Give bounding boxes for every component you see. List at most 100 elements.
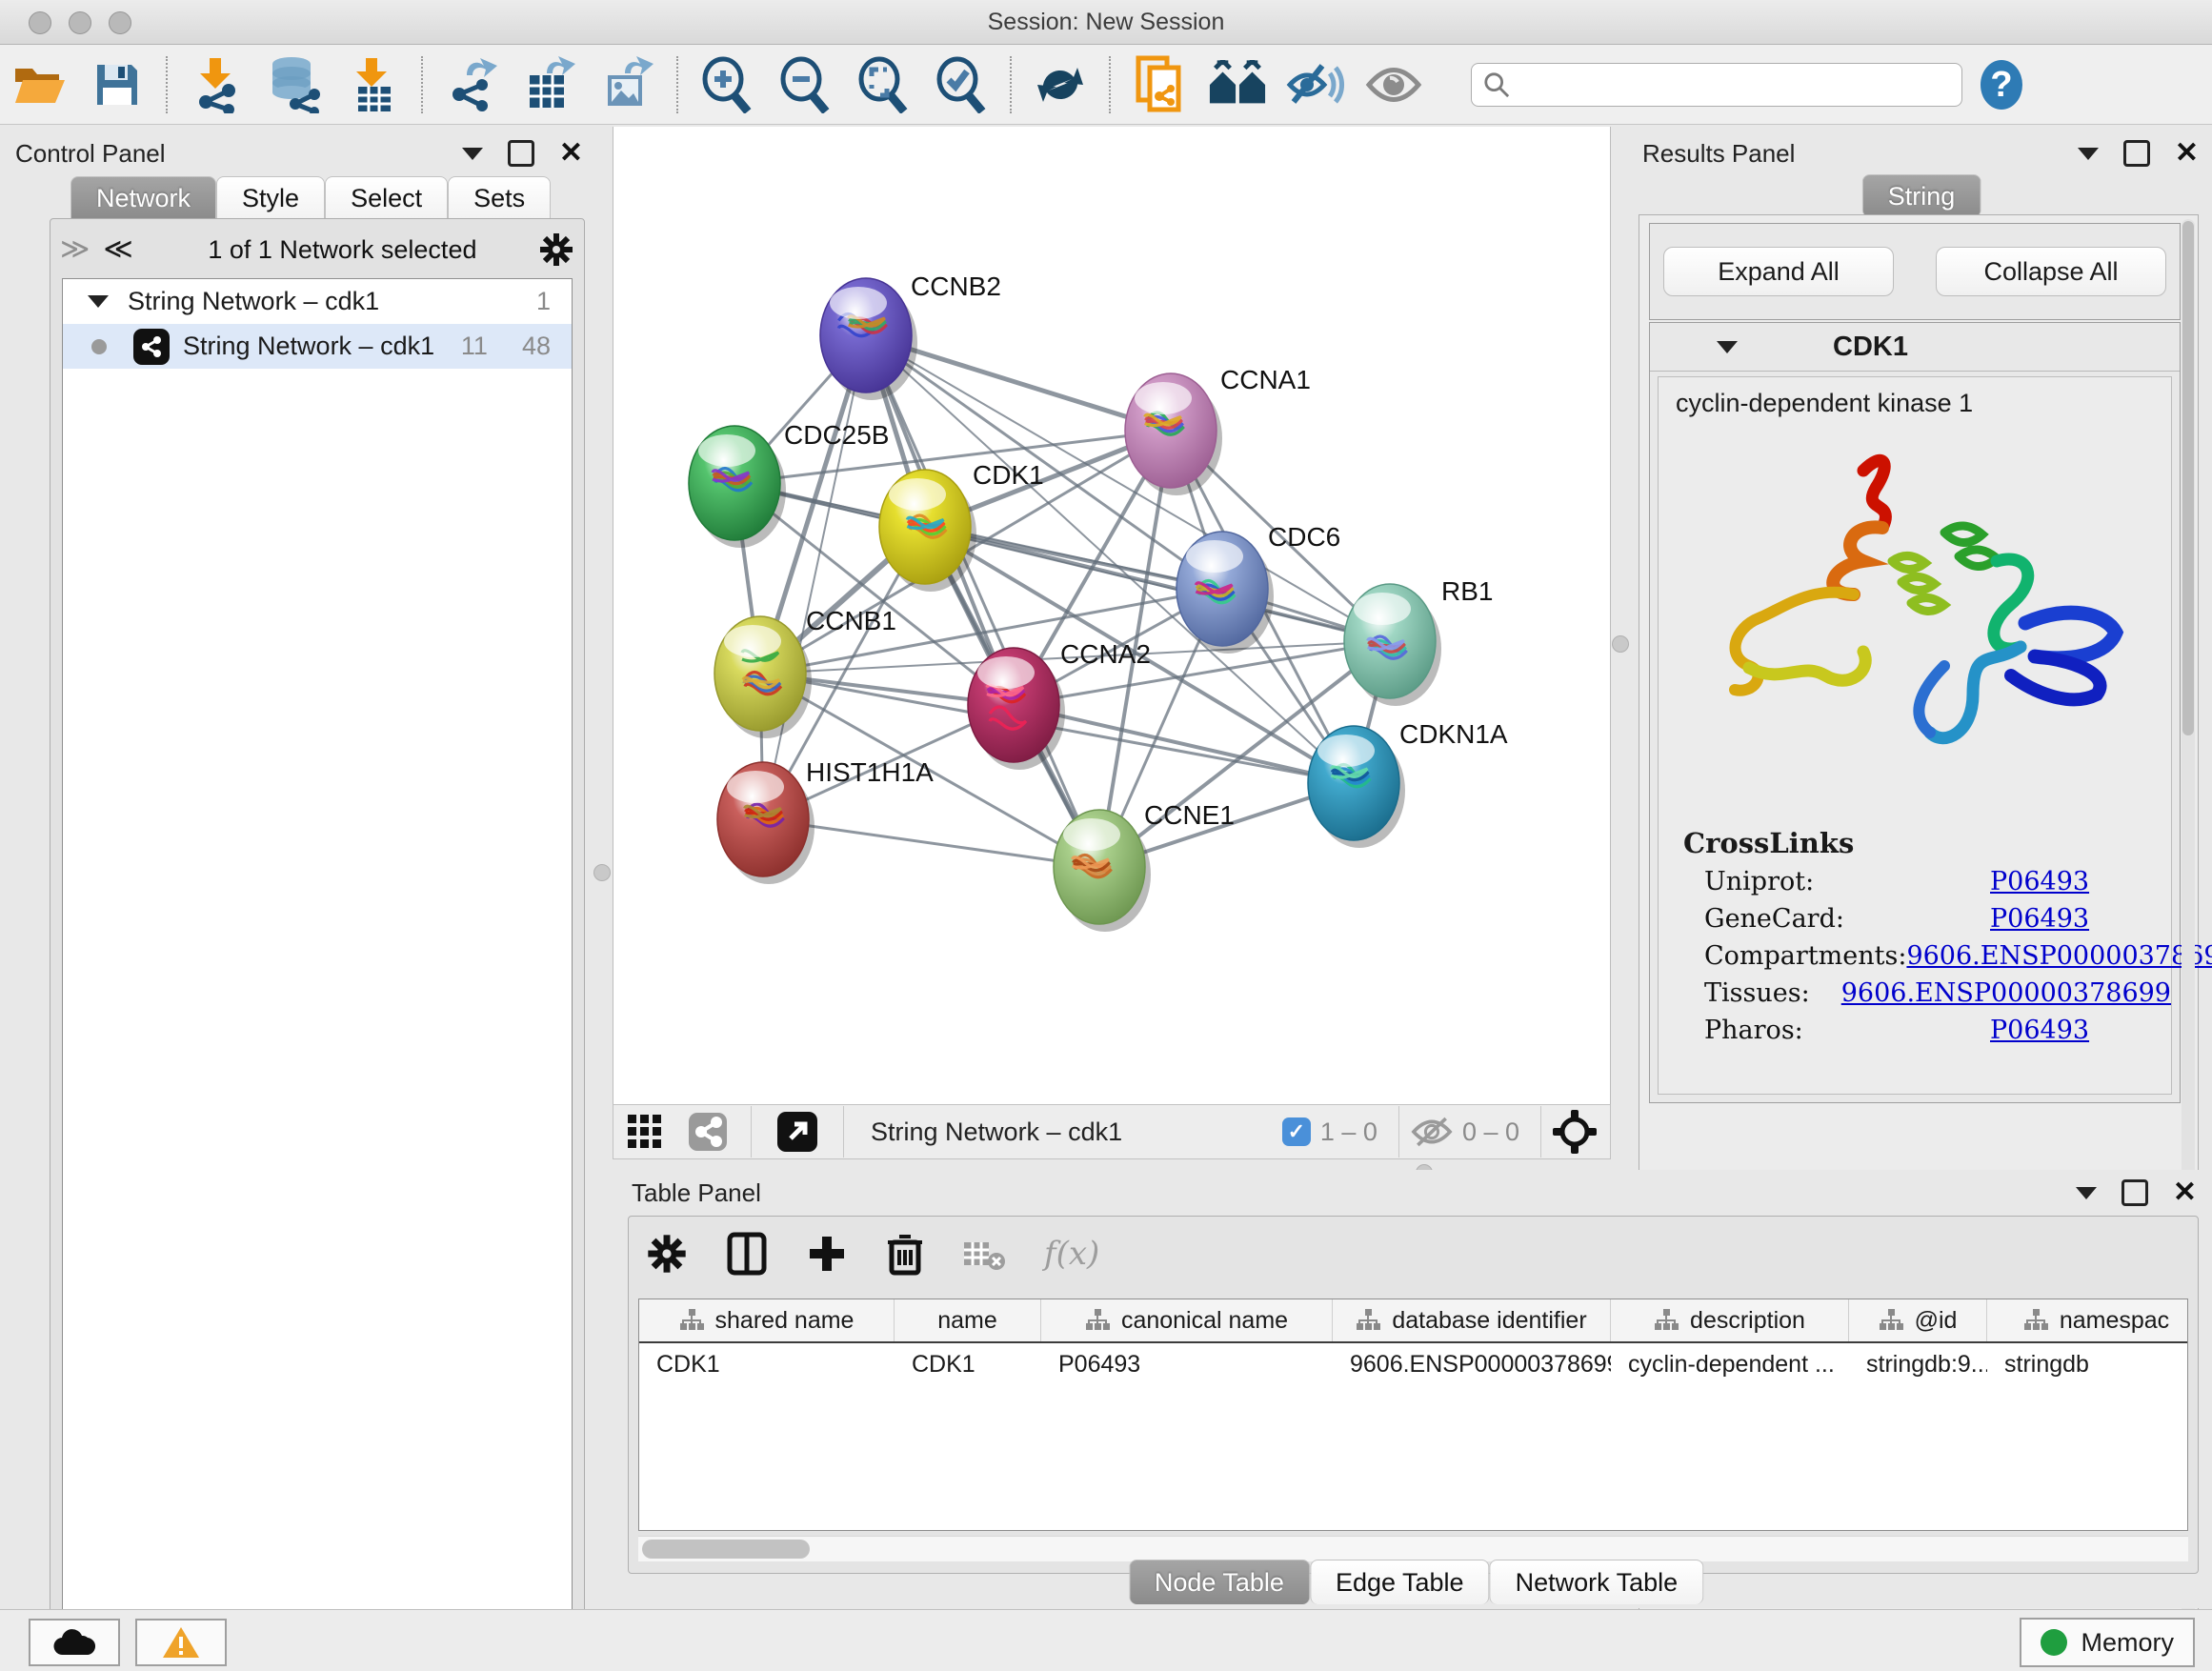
memory-button[interactable]: Memory bbox=[2020, 1618, 2195, 1667]
node-CCNB2[interactable]: CCNB2 bbox=[820, 272, 1001, 400]
column-header-canonical-name[interactable]: canonical name bbox=[1041, 1299, 1333, 1341]
expand-all-networks-icon[interactable]: ≫ bbox=[60, 235, 90, 264]
column-header-@id[interactable]: @id bbox=[1849, 1299, 1987, 1341]
crosslink-link[interactable]: P06493 bbox=[1990, 867, 2089, 896]
collapse-card-icon[interactable] bbox=[1717, 341, 1738, 353]
expand-all-button[interactable]: Expand All bbox=[1663, 247, 1894, 296]
zoom-selected-icon[interactable] bbox=[932, 55, 991, 114]
zoom-out-icon[interactable] bbox=[775, 55, 835, 114]
edge-CCNB2-CCNE1[interactable] bbox=[866, 335, 1099, 867]
search-icon bbox=[1483, 70, 1510, 99]
table-cell[interactable]: cyclin-dependent ... bbox=[1611, 1351, 1849, 1379]
table-cell[interactable]: CDK1 bbox=[639, 1351, 895, 1379]
tab-network[interactable]: Network bbox=[70, 176, 216, 219]
table-cell[interactable]: CDK1 bbox=[895, 1351, 1041, 1379]
column-label: shared name bbox=[715, 1307, 855, 1335]
zoom-fit-icon[interactable] bbox=[854, 55, 913, 114]
table-cell[interactable]: 9606.ENSP00000378699 bbox=[1333, 1351, 1611, 1379]
collapse-all-button[interactable]: Collapse All bbox=[1936, 247, 2166, 296]
crosslink-link[interactable]: P06493 bbox=[1990, 904, 2089, 934]
table-cell[interactable]: stringdb bbox=[1987, 1351, 2188, 1379]
node-CDC6[interactable]: CDC6 bbox=[1176, 522, 1340, 654]
open-file-icon[interactable] bbox=[10, 55, 69, 114]
warning-icon bbox=[162, 1626, 200, 1659]
close-panel-icon[interactable]: ✕ bbox=[559, 143, 583, 164]
protein-card-header[interactable]: CDK1 bbox=[1650, 323, 2180, 372]
hide-selected-icon[interactable] bbox=[1286, 55, 1345, 114]
apply-layout-icon[interactable] bbox=[1031, 55, 1090, 114]
toolbar-separator bbox=[843, 1106, 844, 1158]
float-panel-icon[interactable] bbox=[2123, 140, 2150, 167]
export-image-icon[interactable] bbox=[598, 55, 657, 114]
show-hidden-icon[interactable] bbox=[1364, 55, 1423, 114]
tab-style[interactable]: Style bbox=[216, 176, 325, 219]
tab-sets[interactable]: Sets bbox=[448, 176, 551, 219]
edge-CCNB2-HIST1H1A[interactable] bbox=[763, 335, 866, 819]
network-canvas[interactable]: CCNB2CCNA1CDC25BCDK1CDC6RB1CCNB1CCNA2CDK… bbox=[613, 127, 1611, 1104]
export-network-icon[interactable] bbox=[442, 55, 501, 114]
open-in-window-icon[interactable] bbox=[773, 1102, 822, 1161]
tab-select[interactable]: Select bbox=[325, 176, 448, 219]
table-options-gear-icon[interactable] bbox=[646, 1233, 688, 1275]
tab-node-table[interactable]: Node Table bbox=[1129, 1560, 1310, 1604]
column-header-description[interactable]: description bbox=[1611, 1299, 1849, 1341]
fit-content-crosshair-icon[interactable] bbox=[1553, 1110, 1597, 1154]
table-row[interactable]: CDK1CDK1P064939606.ENSP00000378699cyclin… bbox=[639, 1343, 2187, 1385]
node-HIST1H1A[interactable]: HIST1H1A bbox=[717, 757, 934, 884]
column-label: database identifier bbox=[1392, 1307, 1586, 1335]
show-all-panels-icon[interactable] bbox=[1208, 55, 1267, 114]
node-CDC25B[interactable]: CDC25B bbox=[689, 420, 889, 548]
zoom-in-icon[interactable] bbox=[697, 55, 756, 114]
panel-menu-icon[interactable] bbox=[462, 148, 483, 160]
warning-button[interactable] bbox=[135, 1619, 227, 1666]
hidden-eye-icon[interactable] bbox=[1411, 1116, 1453, 1148]
search-input[interactable] bbox=[1510, 70, 1950, 99]
column-header-shared-name[interactable]: shared name bbox=[639, 1299, 895, 1341]
right-splitter-handle[interactable] bbox=[1612, 635, 1629, 653]
export-table-icon[interactable] bbox=[520, 55, 579, 114]
selected-checkbox-icon[interactable]: ✓ bbox=[1282, 1117, 1311, 1146]
float-panel-icon[interactable] bbox=[2122, 1179, 2148, 1206]
delete-column-icon[interactable] bbox=[886, 1231, 924, 1277]
left-splitter-handle[interactable] bbox=[593, 864, 611, 881]
node-CCNB1[interactable]: CCNB1 bbox=[714, 606, 896, 738]
tab-network-table[interactable]: Network Table bbox=[1490, 1560, 1704, 1604]
table-cell[interactable]: P06493 bbox=[1041, 1351, 1333, 1379]
save-session-icon[interactable] bbox=[88, 55, 147, 114]
panel-menu-icon[interactable] bbox=[2078, 148, 2099, 160]
column-header-namespac[interactable]: namespac bbox=[1987, 1299, 2188, 1341]
import-table-icon[interactable] bbox=[343, 55, 402, 114]
table-cell[interactable]: stringdb:9... bbox=[1849, 1351, 1987, 1379]
crosslink-link[interactable]: 9606.ENSP00000378699 bbox=[1841, 978, 2171, 1008]
node-CCNE1[interactable]: CCNE1 bbox=[1054, 800, 1235, 932]
collection-expand-icon[interactable] bbox=[88, 295, 109, 308]
import-network-from-database-icon[interactable] bbox=[265, 55, 324, 114]
node-RB1[interactable]: RB1 bbox=[1344, 576, 1493, 706]
close-panel-icon[interactable]: ✕ bbox=[2173, 1182, 2197, 1203]
column-header-database-identifier[interactable]: database identifier bbox=[1333, 1299, 1611, 1341]
table-hscrollbar[interactable] bbox=[638, 1536, 2188, 1561]
search-box[interactable] bbox=[1471, 63, 1962, 107]
duplicate-network-icon[interactable] bbox=[1130, 55, 1189, 114]
show-columns-icon[interactable] bbox=[726, 1231, 768, 1277]
panel-menu-icon[interactable] bbox=[2076, 1187, 2097, 1199]
crosslink-link[interactable]: P06493 bbox=[1990, 1016, 2089, 1045]
birds-eye-view-icon[interactable] bbox=[623, 1102, 667, 1161]
network-row[interactable]: String Network – cdk1 11 48 bbox=[63, 324, 572, 369]
tab-string[interactable]: String bbox=[1862, 174, 1981, 217]
node-CDK1[interactable]: CDK1 bbox=[879, 460, 1044, 592]
cloud-button[interactable] bbox=[29, 1619, 120, 1666]
network-options-gear-icon[interactable] bbox=[538, 232, 574, 268]
collapse-all-networks-icon[interactable]: ≪ bbox=[103, 235, 132, 264]
add-column-icon[interactable] bbox=[806, 1233, 848, 1275]
string-view-icon[interactable] bbox=[686, 1102, 730, 1161]
close-panel-icon[interactable]: ✕ bbox=[2175, 143, 2199, 164]
crosslink-link[interactable]: 9606.ENSP00000378699 bbox=[1906, 941, 2212, 971]
import-network-icon[interactable] bbox=[187, 55, 246, 114]
tab-edge-table[interactable]: Edge Table bbox=[1310, 1560, 1490, 1604]
help-icon[interactable]: ? bbox=[1972, 55, 2031, 114]
column-header-name[interactable]: name bbox=[895, 1299, 1041, 1341]
network-collection-row[interactable]: String Network – cdk1 1 bbox=[63, 279, 572, 324]
node-CDKN1A[interactable]: CDKN1A bbox=[1308, 719, 1508, 848]
float-panel-icon[interactable] bbox=[508, 140, 534, 167]
